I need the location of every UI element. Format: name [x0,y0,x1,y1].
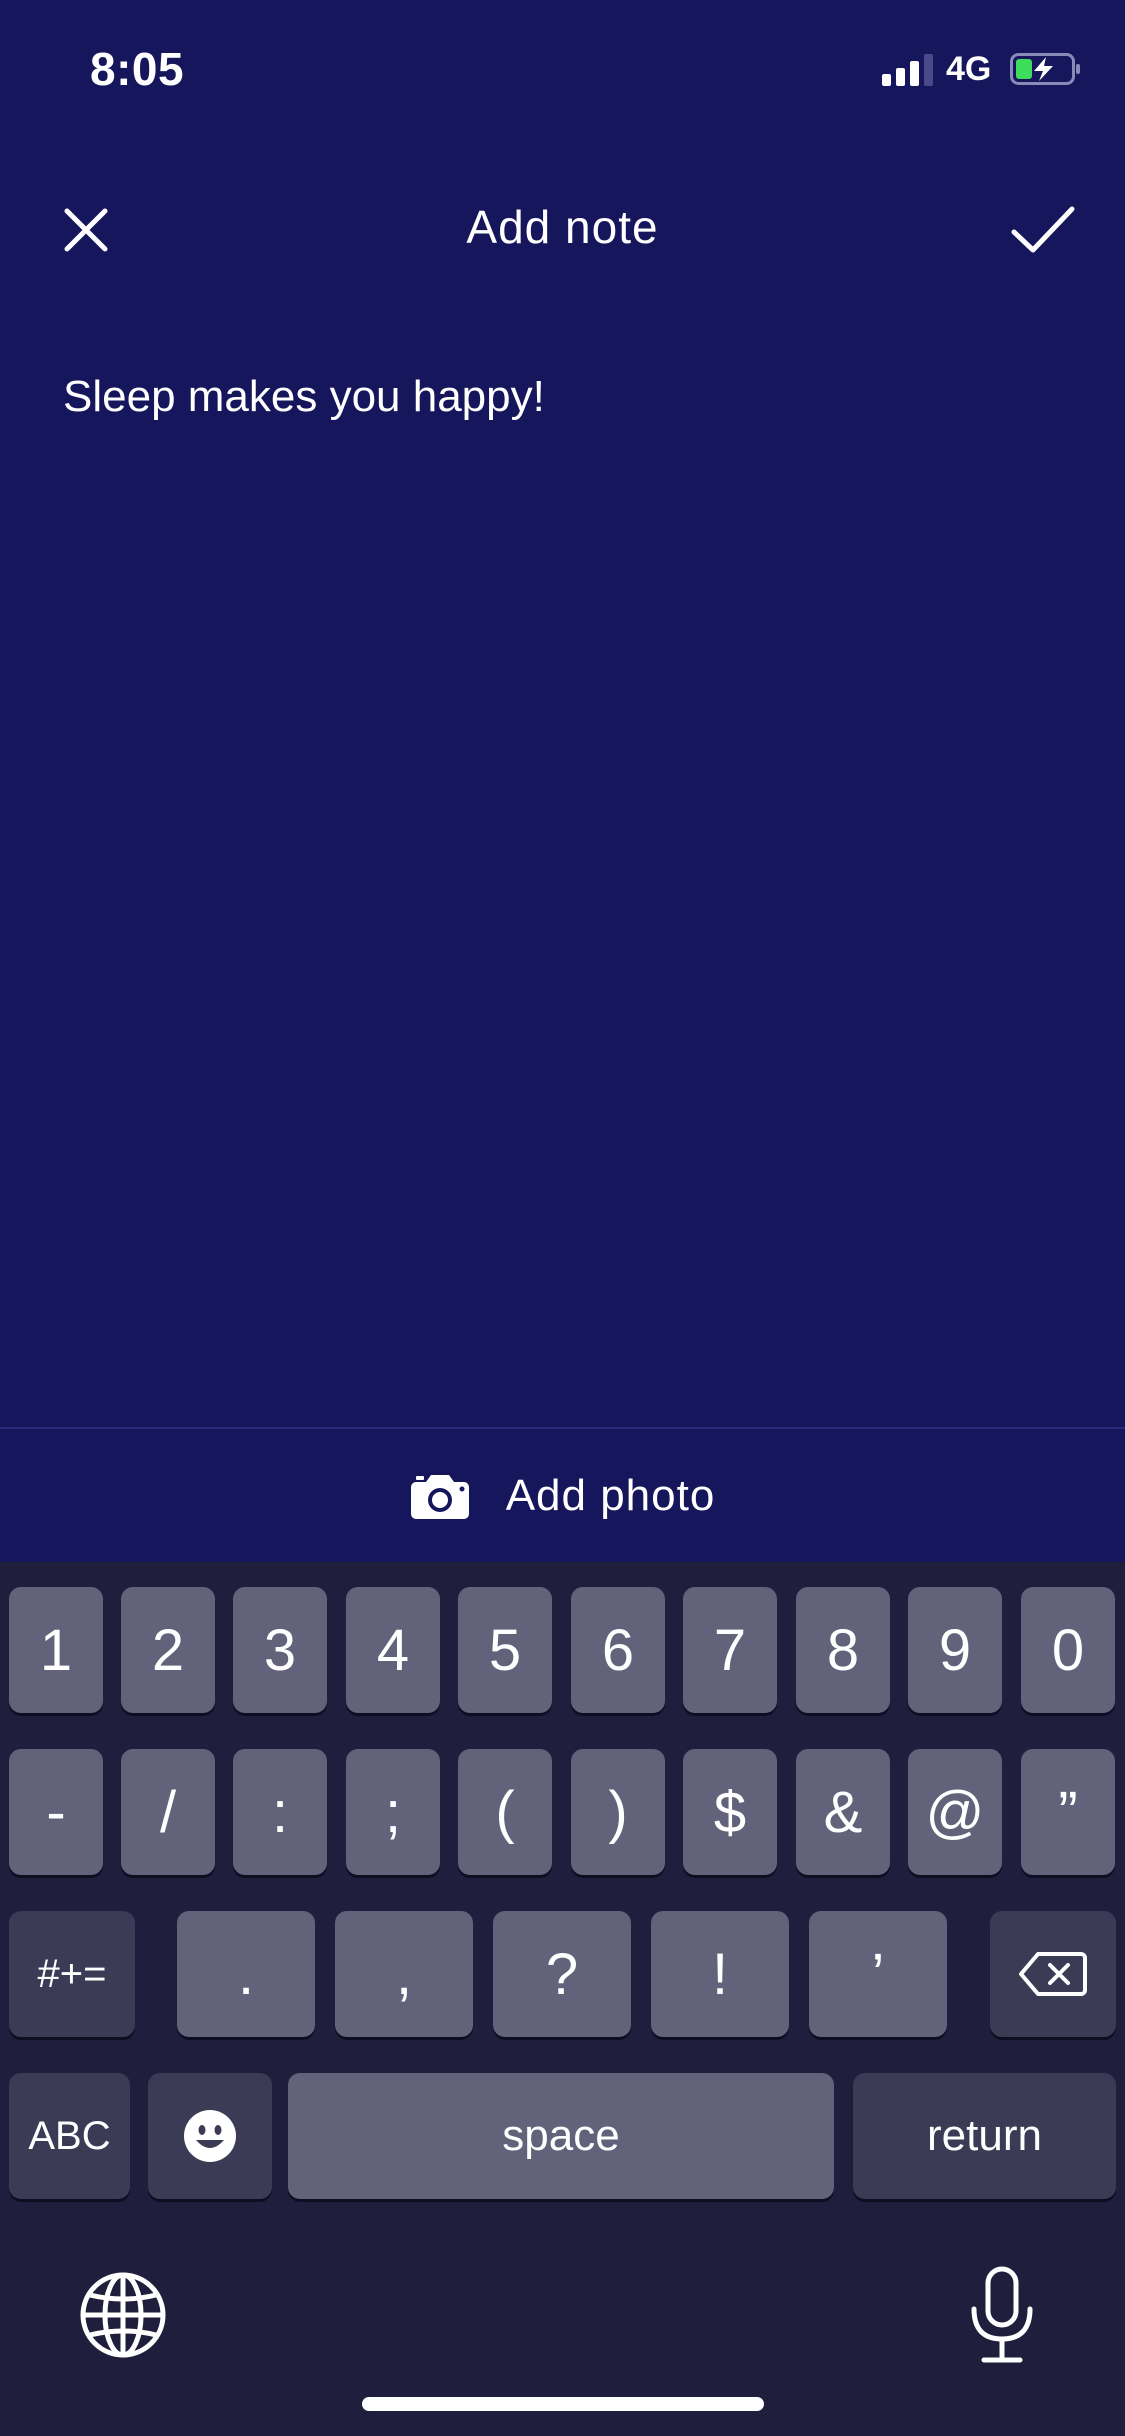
emoji-icon [184,2110,236,2162]
key-ampersand[interactable]: & [796,1749,890,1875]
nav-bar: Add note [0,170,1125,290]
camera-icon [410,1475,469,1519]
done-button[interactable] [1000,192,1086,268]
battery-charging-icon [1010,53,1080,85]
status-time: 8:05 [90,43,185,95]
key-0[interactable]: 0 [1021,1587,1115,1713]
key-close-paren[interactable]: ) [571,1749,665,1875]
home-indicator[interactable] [362,2397,764,2411]
key-9[interactable]: 9 [908,1587,1002,1713]
key-open-paren[interactable]: ( [458,1749,552,1875]
key-comma[interactable]: , [335,1911,473,2037]
key-slash[interactable]: / [121,1749,215,1875]
key-question[interactable]: ? [493,1911,631,2037]
emoji-key[interactable] [148,2073,272,2199]
key-at[interactable]: @ [908,1749,1002,1875]
key-1[interactable]: 1 [9,1587,103,1713]
backspace-icon [1019,1952,1087,1996]
key-semicolon[interactable]: ; [346,1749,440,1875]
key-colon[interactable]: : [233,1749,327,1875]
add-photo-label: Add photo [505,1471,716,1520]
page-title: Add note [466,201,659,253]
return-key[interactable]: return [853,2073,1116,2199]
space-key[interactable]: space [288,2073,834,2199]
key-2[interactable]: 2 [121,1587,215,1713]
key-hyphen[interactable]: - [9,1749,103,1875]
key-exclamation[interactable]: ! [651,1911,789,2037]
microphone-icon[interactable] [962,2265,1042,2365]
key-period[interactable]: . [177,1911,315,2037]
key-3[interactable]: 3 [233,1587,327,1713]
globe-icon[interactable] [78,2270,168,2360]
signal-icon [882,52,934,86]
divider [0,1427,1125,1429]
note-text-input[interactable]: Sleep makes you happy! [63,372,545,422]
add-note-screen: 8:05 4G Add note Sleep makes you happy! … [0,0,1125,2436]
key-8[interactable]: 8 [796,1587,890,1713]
add-photo-button[interactable]: Add photo [0,1430,1125,1562]
key-7[interactable]: 7 [683,1587,777,1713]
network-type: 4G [946,50,992,88]
checkmark-icon [1011,206,1075,253]
symbols-key[interactable]: #+= [9,1911,135,2037]
key-dollar[interactable]: $ [683,1749,777,1875]
key-6[interactable]: 6 [571,1587,665,1713]
key-5[interactable]: 5 [458,1587,552,1713]
status-bar: 8:05 4G [0,0,1125,135]
key-apostrophe[interactable]: ’ [809,1911,947,2037]
abc-key[interactable]: ABC [9,2073,130,2199]
key-4[interactable]: 4 [346,1587,440,1713]
delete-key[interactable] [990,1911,1116,2037]
key-quote[interactable]: ” [1021,1749,1115,1875]
